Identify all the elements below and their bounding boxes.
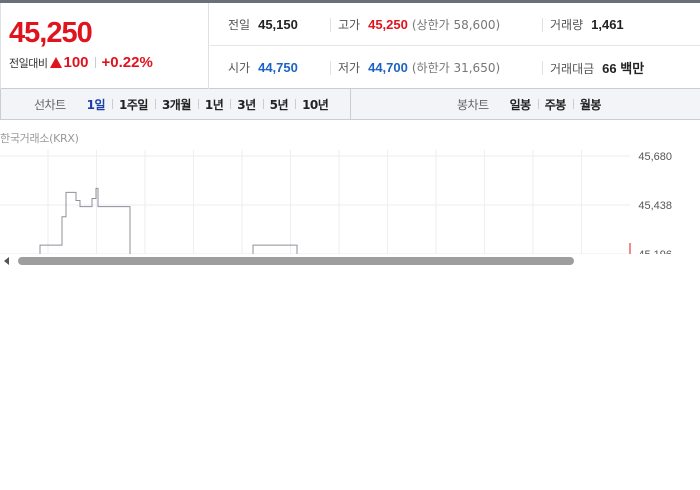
change-percent: +0.22%	[101, 54, 153, 71]
stat-sub: (하한가 31,650)	[411, 61, 501, 75]
divider	[542, 61, 543, 75]
price-box: 45,250 전일대비 100 +0.22%	[0, 3, 209, 89]
stat-sub: (상한가 58,600)	[411, 17, 501, 32]
stat-value: 45,150	[258, 16, 298, 32]
stat-label: 저가	[338, 61, 361, 75]
stat-label: 시가	[228, 61, 251, 75]
triangle-up-icon	[50, 57, 63, 68]
stat-value: 45,250	[368, 16, 408, 32]
data-source: 한국거래소(KRX)	[0, 132, 79, 145]
stat-low: 저가 44,700 (하한가 31,650)	[338, 59, 500, 76]
chart-svg: 45,68045,43845,196	[0, 150, 672, 264]
line-chart-label: 선차트	[34, 97, 66, 112]
price-chart: 45,68045,43845,196	[0, 150, 700, 264]
line-chart-periods: 선차트 1일 1주일 3개월 1년 3년 5년 10년	[1, 89, 351, 119]
scrollbar-thumb[interactable]	[18, 257, 574, 265]
candle-chart-periods: 봉차트 일봉 주봉 월봉	[352, 89, 700, 119]
period-1d[interactable]: 1일	[80, 96, 112, 113]
stats-row-1: 전일 45,150 고가 45,250 (상한가 58,600) 거래량 1,4…	[210, 3, 700, 46]
candle-chart-label: 봉차트	[457, 97, 489, 112]
current-price: 45,250	[9, 17, 93, 49]
stat-label: 거래대금	[550, 62, 595, 76]
candle-weekly[interactable]: 주봉	[537, 96, 573, 113]
period-bar: 선차트 1일 1주일 3개월 1년 3년 5년 10년 봉차트 일봉 주봉 월봉	[0, 89, 700, 120]
stat-value: 44,700	[368, 60, 408, 75]
chart-scrollbar[interactable]	[0, 254, 700, 268]
period-1y[interactable]: 1년	[197, 96, 230, 113]
period-5y[interactable]: 5년	[262, 96, 295, 113]
divider	[542, 18, 543, 32]
stat-value: 1,461	[591, 16, 624, 32]
change-label: 전일대비	[9, 56, 48, 70]
candle-daily[interactable]: 일봉	[503, 96, 538, 113]
price-line	[0, 187, 298, 264]
period-10y[interactable]: 10년	[295, 96, 335, 113]
stat-label: 거래량	[550, 17, 584, 32]
change-amount: 100	[63, 54, 89, 71]
divider	[330, 18, 331, 32]
divider	[94, 57, 96, 68]
period-3y[interactable]: 3년	[230, 96, 262, 113]
candle-monthly[interactable]: 월봉	[572, 96, 608, 113]
change-row: 전일대비 100 +0.22%	[9, 54, 153, 71]
stat-prev-close: 전일 45,150	[228, 16, 298, 33]
stat-label: 전일	[228, 17, 251, 32]
stat-high: 고가 45,250 (상한가 58,600)	[338, 16, 500, 33]
stat-label: 고가	[338, 17, 361, 32]
y-tick-label: 45,680	[638, 151, 672, 163]
arrow-left-icon[interactable]	[4, 257, 9, 265]
stat-trade-value: 거래대금 66 백만	[550, 58, 644, 77]
divider	[330, 61, 331, 75]
period-1w[interactable]: 1주일	[112, 96, 155, 113]
period-3m[interactable]: 3개월	[154, 96, 198, 113]
stat-value: 66 백만	[602, 61, 645, 76]
y-tick-label: 45,438	[638, 200, 672, 212]
quote-panel: 45,250 전일대비 100 +0.22% 전일 45,150 고가 45,2…	[0, 3, 700, 89]
stats-table: 전일 45,150 고가 45,250 (상한가 58,600) 거래량 1,4…	[210, 3, 700, 89]
stat-volume: 거래량 1,461	[550, 16, 624, 33]
stat-value: 44,750	[258, 60, 298, 75]
stats-row-2: 시가 44,750 저가 44,700 (하한가 31,650) 거래대금 66…	[210, 46, 700, 89]
stat-open: 시가 44,750	[228, 59, 298, 76]
